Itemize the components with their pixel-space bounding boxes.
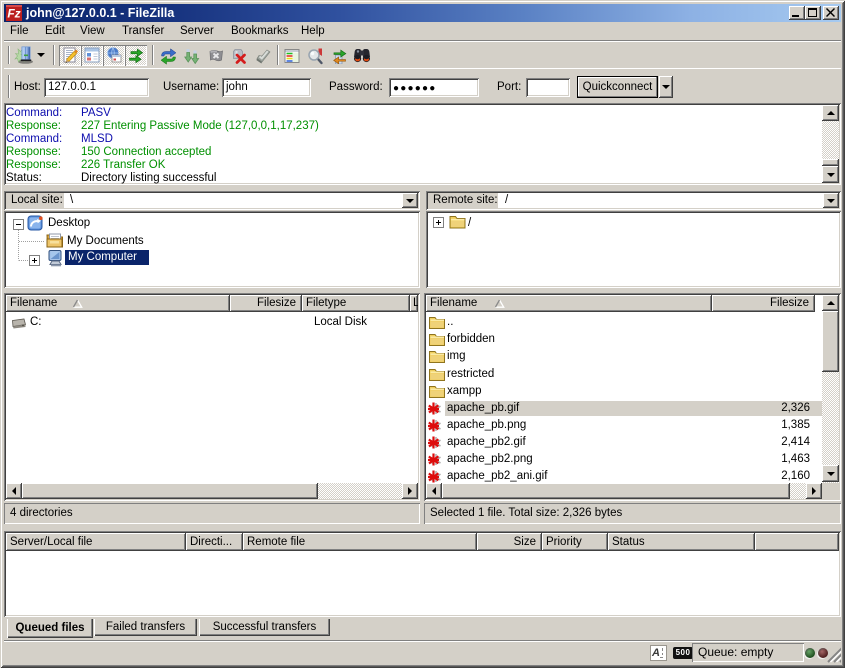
svg-text:Fz: Fz <box>7 7 20 21</box>
